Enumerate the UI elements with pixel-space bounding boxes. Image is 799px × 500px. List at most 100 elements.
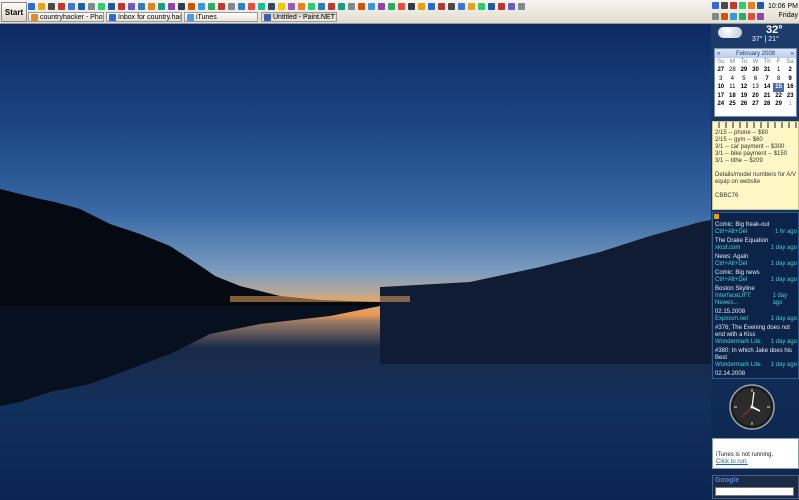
tray-icon[interactable] [712,12,719,20]
feed-item[interactable]: News: Again Ctrl+Alt+Del 1 day ago [715,254,797,268]
quick-launch-icon[interactable] [268,3,275,10]
calendar-day[interactable]: 13 [750,83,762,91]
calendar-day[interactable]: 31 [761,66,773,74]
quick-launch-icon[interactable] [258,3,265,10]
feed-item[interactable]: 02.15.2008 Explosm.net 1 day ago [715,309,797,323]
quick-launch-icon[interactable] [248,3,255,10]
quick-launch-icon[interactable] [478,3,485,10]
quick-launch-icon[interactable] [118,3,125,10]
analog-clock-gadget[interactable] [729,384,775,430]
tray-icon[interactable] [757,12,764,20]
quick-launch-icon[interactable] [58,3,65,10]
quick-launch-icon[interactable] [498,3,505,10]
calendar-day[interactable]: 14 [761,83,773,91]
quick-launch-icon[interactable] [78,3,85,10]
feed-item[interactable]: Comic: Big freak-out Ctrl+Alt+Del 1 hr ago [715,222,797,236]
next-month-button[interactable]: » [791,51,794,57]
tray-icon[interactable] [730,2,737,9]
calendar-day[interactable]: 17 [715,92,727,100]
feed-item[interactable]: #376; The Evening does not end with a Ki… [715,325,797,346]
calendar-day[interactable]: 19 [738,92,750,100]
desktop-wallpaper[interactable] [0,24,711,500]
quick-launch-icon[interactable] [178,3,185,10]
itunes-run-link[interactable]: Click to run. [716,459,748,466]
quick-launch-icon[interactable] [108,3,115,10]
feed-item[interactable]: Boston Skyline InterfaceLIFT: Newes... 1 d… [715,286,797,307]
calendar-day[interactable]: 27 [715,66,727,74]
quick-launch-icon[interactable] [488,3,495,10]
calendar-day[interactable]: 11 [727,83,739,91]
quick-launch-icon[interactable] [448,3,455,10]
feed-item[interactable]: Comic: Big news Ctrl+Alt+Del 1 day ago [715,270,797,284]
quick-launch-icon[interactable] [158,3,165,10]
quick-launch-icon[interactable] [328,3,335,10]
calendar-day[interactable]: 9 [784,75,796,83]
tray-icon[interactable] [748,12,755,20]
taskbar-button[interactable]: countryhacker - Photobu... [28,12,104,22]
calendar-day[interactable]: 10 [715,83,727,91]
calendar-day[interactable]: 18 [727,92,739,100]
start-button[interactable]: Start [1,2,27,22]
calendar-day[interactable]: 22 [773,92,785,100]
calendar-day[interactable]: 26 [738,100,750,108]
calendar-day[interactable]: 5 [738,75,750,83]
quick-launch-icon[interactable] [388,3,395,10]
calendar-day[interactable]: 7 [761,75,773,83]
calendar-day[interactable]: 23 [784,92,796,100]
calendar-day[interactable]: 20 [750,92,762,100]
notes-text[interactable]: 2/15 -- phone -- $80 2/15 -- gym -- $60 … [715,130,798,200]
quick-launch-icon[interactable] [338,3,345,10]
calendar-day[interactable]: 27 [750,100,762,108]
calendar-day[interactable]: 1 [773,66,785,74]
quick-launch-icon[interactable] [508,3,515,10]
google-search-input[interactable] [715,487,794,496]
quick-launch-icon[interactable] [38,3,45,10]
calendar-day[interactable]: 28 [761,100,773,108]
quick-launch-icon[interactable] [308,3,315,10]
calendar-day[interactable]: 3 [715,75,727,83]
quick-launch-icon[interactable] [198,3,205,10]
tray-icon[interactable] [721,12,728,20]
tray-icon[interactable] [739,2,746,9]
calendar-day[interactable]: 8 [773,75,785,83]
calendar-day[interactable]: 16 [784,83,796,91]
quick-launch-icon[interactable] [298,3,305,10]
calendar-today[interactable]: 15 [772,83,785,92]
quick-launch-icon[interactable] [458,3,465,10]
calendar-day[interactable]: 30 [750,66,762,74]
calendar-day[interactable]: 12 [738,83,750,91]
taskbar-button[interactable]: Untitled - Paint.NET v3.22 [261,12,337,22]
quick-launch-icon[interactable] [188,3,195,10]
tray-icon[interactable] [730,12,737,20]
quick-launch-icon[interactable] [148,3,155,10]
quick-launch-icon[interactable] [398,3,405,10]
tray-clock[interactable]: 10:06 PM Friday [764,2,798,20]
quick-launch-icon[interactable] [68,3,75,10]
calendar-day[interactable]: 29 [738,66,750,74]
prev-month-button[interactable]: « [717,51,720,57]
calendar-day[interactable]: 21 [761,92,773,100]
feed-item[interactable]: The Drake Equation xkcd.com 1 day ago [715,238,797,252]
tray-icon[interactable] [739,12,746,20]
calendar-day[interactable]: 29 [773,100,785,108]
tray-icon[interactable] [757,2,764,9]
calendar-day[interactable]: 24 [715,100,727,108]
feed-item[interactable]: 02.14.2008Explosm.net 2 days ago [715,371,797,378]
calendar-day[interactable]: 1 [784,100,796,108]
quick-launch-icon[interactable] [48,3,55,10]
quick-launch-icon[interactable] [468,3,475,10]
quick-launch-icon[interactable] [348,3,355,10]
tray-icon[interactable] [712,2,719,9]
calendar-day[interactable]: 6 [750,75,762,83]
quick-launch-icon[interactable] [438,3,445,10]
quick-launch-icon[interactable] [168,3,175,10]
quick-launch-icon[interactable] [378,3,385,10]
tray-icon[interactable] [721,2,728,9]
quick-launch-icon[interactable] [128,3,135,10]
quick-launch-icon[interactable] [428,3,435,10]
calendar-day[interactable]: 25 [727,100,739,108]
notes-gadget[interactable]: 2/15 -- phone -- $80 2/15 -- gym -- $60 … [712,121,799,210]
quick-launch-icon[interactable] [238,3,245,10]
quick-launch-icon[interactable] [288,3,295,10]
weather-gadget[interactable]: 32° 37° | 21° [716,24,796,44]
